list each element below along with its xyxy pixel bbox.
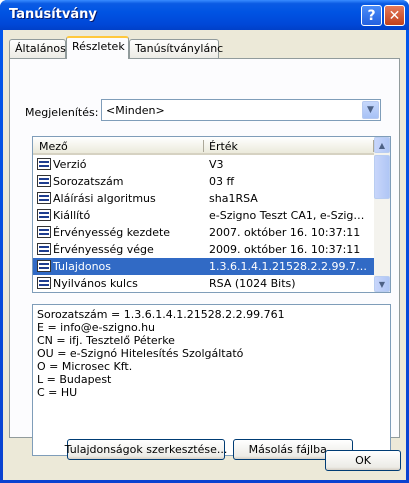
certificate-field-icon bbox=[37, 277, 51, 289]
field-value: 2007. október 16. 10:37:11 bbox=[209, 226, 361, 239]
field-name: Érvényesség kezdete bbox=[53, 226, 171, 239]
value-detail-box[interactable]: Sorozatszám = 1.3.6.1.4.1.21528.2.2.99.7… bbox=[32, 304, 391, 456]
column-header-value[interactable]: Érték bbox=[209, 140, 238, 153]
detail-line: OU = e-Szignó Hitelesítés Szolgáltató bbox=[37, 347, 244, 360]
arrow-up-icon: ▲ bbox=[378, 140, 386, 150]
list-row-subject[interactable]: Tulajdonos 1.3.6.1.4.1.21528.2.2.99.76... bbox=[33, 258, 375, 275]
field-value: sha1RSA bbox=[209, 192, 258, 205]
list-row-public-key[interactable]: Nyilvános kulcs RSA (1024 Bits) bbox=[33, 275, 375, 292]
vertical-scrollbar[interactable]: ▲ ▼ bbox=[374, 137, 390, 292]
certificate-field-icon bbox=[37, 192, 51, 204]
certificate-field-icon bbox=[37, 243, 51, 255]
ok-button[interactable]: OK bbox=[325, 450, 401, 471]
field-value: V3 bbox=[209, 158, 224, 171]
arrow-down-icon: ▼ bbox=[378, 279, 386, 289]
tab-general[interactable]: Általános bbox=[9, 39, 66, 58]
detail-line: O = Microsec Kft. bbox=[37, 360, 133, 373]
list-row-issuer[interactable]: Kiállító e-Szigno Teszt CA1, e-Szigno ... bbox=[33, 207, 375, 224]
close-icon: ✕ bbox=[388, 7, 401, 24]
chevron-down-icon[interactable]: ▼ bbox=[362, 101, 379, 119]
detail-line: C = HU bbox=[37, 386, 78, 399]
show-dropdown[interactable]: <Minden> ▼ bbox=[101, 99, 381, 121]
show-dropdown-value: <Minden> bbox=[106, 104, 165, 117]
certificate-field-icon bbox=[37, 175, 51, 187]
scroll-up-button[interactable]: ▲ bbox=[374, 137, 390, 153]
certificate-field-icon bbox=[37, 209, 51, 221]
field-name: Tulajdonos bbox=[53, 260, 112, 273]
field-name: Nyilvános kulcs bbox=[53, 277, 138, 290]
dialog-client-area: Általános Részletek Tanúsítványlánc Megj… bbox=[3, 30, 406, 480]
field-name: Verzió bbox=[53, 158, 87, 171]
close-button[interactable]: ✕ bbox=[384, 5, 405, 26]
field-list[interactable]: Mező Érték Verzió V3 Sorozatszám 03 ff Alá… bbox=[32, 136, 391, 293]
detail-line: E = info@e-szigno.hu bbox=[37, 321, 156, 334]
list-row-valid-from[interactable]: Érvényesség kezdete 2007. október 16. 10:… bbox=[33, 224, 375, 241]
certificate-dialog: Tanúsítvány ? ✕ Általános Részletek Tanú… bbox=[0, 0, 409, 483]
detail-line: L = Budapest bbox=[37, 373, 112, 386]
field-value: e-Szigno Teszt CA1, e-Szigno ... bbox=[209, 209, 369, 222]
detail-line: CN = ifj. Tesztelő Péterke bbox=[37, 334, 175, 347]
list-rows: Verzió V3 Sorozatszám 03 ff Aláírási algor… bbox=[33, 156, 375, 292]
show-label: Megjelenítés: bbox=[25, 106, 99, 119]
title-bar[interactable]: Tanúsítvány ? ✕ bbox=[0, 0, 409, 30]
list-row-serial-number[interactable]: Sorozatszám 03 ff bbox=[33, 173, 375, 190]
tab-details[interactable]: Részletek bbox=[66, 36, 129, 59]
help-button[interactable]: ? bbox=[361, 5, 382, 26]
field-value: 1.3.6.1.4.1.21528.2.2.99.76... bbox=[209, 260, 369, 273]
detail-line: Sorozatszám = 1.3.6.1.4.1.21528.2.2.99.7… bbox=[37, 308, 285, 321]
list-row-version[interactable]: Verzió V3 bbox=[33, 156, 375, 173]
scroll-thumb[interactable] bbox=[374, 155, 390, 199]
field-name: Aláírási algoritmus bbox=[53, 192, 156, 205]
field-value: 03 ff bbox=[209, 175, 235, 188]
list-row-valid-to[interactable]: Érvényesség vége 2009. október 16. 10:37:… bbox=[33, 241, 375, 258]
help-icon: ? bbox=[367, 7, 376, 24]
certificate-field-icon bbox=[37, 226, 51, 238]
window-title: Tanúsítvány bbox=[9, 7, 97, 22]
list-header: Mező Érték bbox=[33, 137, 375, 155]
scroll-down-button[interactable]: ▼ bbox=[374, 276, 390, 292]
tab-certification-path[interactable]: Tanúsítványlánc bbox=[129, 39, 223, 58]
column-divider[interactable] bbox=[203, 140, 204, 152]
column-header-field[interactable]: Mező bbox=[39, 140, 68, 153]
field-name: Sorozatszám bbox=[53, 175, 124, 188]
certificate-field-icon bbox=[37, 158, 51, 170]
edit-properties-button[interactable]: Tulajdonságok szerkesztése... bbox=[65, 439, 227, 460]
field-value: 2009. október 16. 10:37:11 bbox=[209, 243, 361, 256]
field-value: RSA (1024 Bits) bbox=[209, 277, 296, 290]
field-name: Kiállító bbox=[53, 209, 91, 222]
certificate-field-icon bbox=[37, 260, 51, 272]
field-name: Érvényesség vége bbox=[53, 243, 154, 256]
list-row-signature-algorithm[interactable]: Aláírási algoritmus sha1RSA bbox=[33, 190, 375, 207]
details-panel: Megjelenítés: <Minden> ▼ Mező Érték Verz… bbox=[9, 58, 400, 460]
